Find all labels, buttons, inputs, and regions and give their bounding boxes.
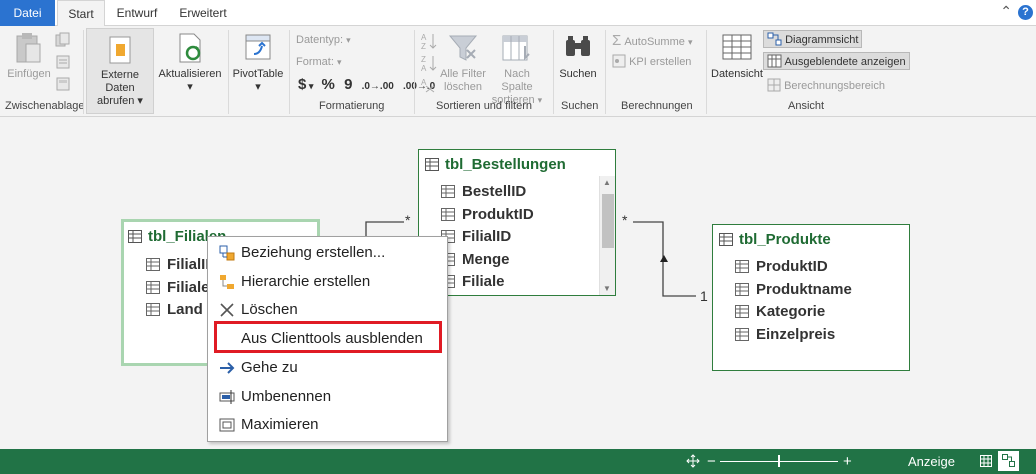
field-item[interactable]: FilialID <box>146 256 216 273</box>
arrow-right-icon <box>220 362 235 374</box>
field-item[interactable]: Land <box>146 301 203 318</box>
menu-item-rename[interactable]: Umbenennen <box>208 383 447 411</box>
scroll-down-icon[interactable]: ▼ <box>603 284 611 293</box>
column-icon <box>735 260 749 273</box>
zoom-out-button[interactable]: − <box>707 449 716 474</box>
field-item[interactable]: FilialID <box>441 228 511 245</box>
relation-cardinality-many: * <box>622 212 628 228</box>
scroll-thumb[interactable] <box>602 194 614 248</box>
diagram-view-toggle[interactable] <box>998 451 1019 471</box>
maximize-icon <box>219 418 235 432</box>
column-icon <box>441 185 455 198</box>
field-item[interactable]: BestellID <box>441 183 526 200</box>
menu-item-create-hierarchy[interactable]: Hierarchie erstellen <box>208 268 447 296</box>
rename-icon <box>219 390 235 404</box>
column-icon <box>146 303 160 316</box>
field-item[interactable]: Einzelpreis <box>735 326 835 343</box>
table-icon <box>425 158 439 171</box>
relation-cardinality-one: 1 <box>700 288 708 304</box>
hierarchy-icon <box>220 275 234 289</box>
table-scrollbar[interactable]: ▲ ▼ <box>599 176 615 295</box>
context-menu: Beziehung erstellen... Hierarchie erstel… <box>207 236 448 442</box>
field-item[interactable]: ProduktID <box>441 206 534 223</box>
table-title: tbl_Bestellungen <box>425 156 566 173</box>
display-label: Anzeige <box>908 454 955 469</box>
column-icon <box>735 283 749 296</box>
field-item[interactable]: Filiale <box>146 279 210 296</box>
fit-to-window-icon[interactable] <box>686 454 700 468</box>
diagram-icon <box>1002 454 1015 467</box>
field-item[interactable]: Filiale <box>441 273 505 290</box>
column-icon <box>146 281 160 294</box>
highlight-box <box>214 321 442 353</box>
table-icon <box>128 230 142 243</box>
field-item[interactable]: ProduktID <box>735 258 828 275</box>
menu-item-go-to[interactable]: Gehe zu <box>208 354 447 382</box>
table-title: tbl_Produkte <box>719 231 831 248</box>
field-item[interactable]: Menge <box>441 251 510 268</box>
menu-item-delete[interactable]: Löschen <box>208 296 447 324</box>
menu-item-maximize[interactable]: Maximieren <box>208 411 447 439</box>
column-icon <box>146 258 160 271</box>
grid-view-icon[interactable] <box>980 455 992 467</box>
scroll-up-icon[interactable]: ▲ <box>603 178 611 187</box>
relation-cardinality-many: * <box>405 212 411 228</box>
column-icon <box>441 208 455 221</box>
table-icon <box>719 233 733 246</box>
column-icon <box>735 305 749 318</box>
field-item[interactable]: Produktname <box>735 281 852 298</box>
menu-item-create-relationship[interactable]: Beziehung erstellen... <box>208 239 447 267</box>
delete-icon <box>220 303 234 317</box>
column-icon <box>735 328 749 341</box>
table-produkte[interactable]: tbl_Produkte ProduktID Produktname Kateg… <box>712 224 910 371</box>
relationship-icon <box>219 245 235 261</box>
zoom-in-button[interactable]: + <box>843 449 852 474</box>
zoom-slider-thumb[interactable] <box>778 455 780 467</box>
field-item[interactable]: Kategorie <box>735 303 825 320</box>
status-bar: − + Anzeige <box>0 449 1036 474</box>
